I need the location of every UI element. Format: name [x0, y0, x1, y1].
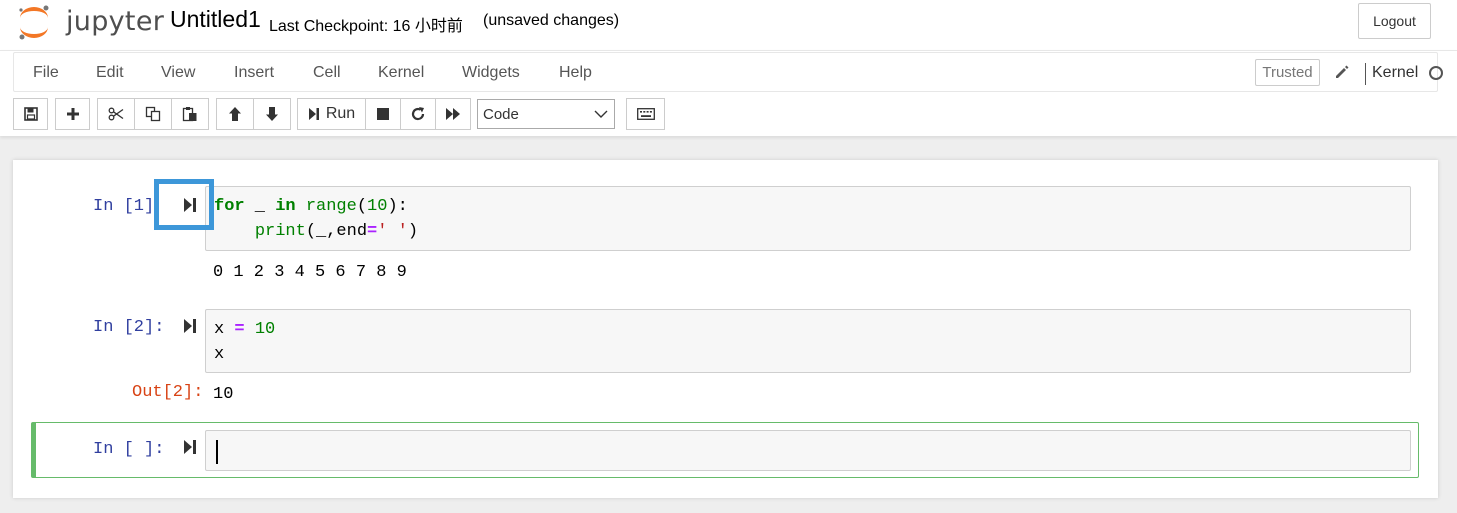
paste-button[interactable] [171, 98, 209, 130]
cell-3-run-icon[interactable] [183, 439, 197, 455]
cell-2-run-icon[interactable] [183, 318, 197, 334]
cell-2-out-prompt: Out[2]: [132, 383, 204, 402]
menu-file[interactable]: File [33, 64, 59, 82]
paste-icon [182, 107, 197, 122]
move-down-button[interactable] [253, 98, 291, 130]
run-label: Run [325, 105, 356, 122]
move-up-button[interactable] [216, 98, 254, 130]
cut-button[interactable] [97, 98, 135, 130]
jupyter-logo[interactable]: jupyter [16, 4, 164, 42]
cell-2-output: 10 [213, 385, 234, 404]
menu-edit[interactable]: Edit [96, 64, 124, 82]
cell-1-in-prompt: In [1] [93, 197, 155, 216]
cell-1-output: 0 1 2 3 4 5 6 7 8 9 [213, 263, 407, 282]
kernel-separator [1365, 63, 1366, 85]
copy-icon [145, 106, 161, 122]
cell-3-code-editor[interactable] [205, 430, 1411, 471]
menu-kernel[interactable]: Kernel [378, 64, 424, 82]
arrow-up-icon [229, 107, 241, 121]
keyboard-icon [636, 108, 655, 120]
plus-icon [66, 108, 79, 120]
save-button[interactable] [13, 98, 48, 130]
run-button-highlight [154, 179, 214, 230]
refresh-icon [411, 107, 425, 121]
cell-type-select[interactable]: Code [477, 99, 615, 129]
kernel-name: Kernel [1372, 64, 1419, 81]
cell-type-value: Code [483, 105, 519, 123]
menubar-container: File Edit View Insert Cell Kernel Widget… [0, 50, 1457, 136]
menu-view[interactable]: View [161, 64, 195, 82]
logo-text: jupyter [66, 6, 165, 37]
restart-kernel-button[interactable] [400, 98, 436, 130]
menu-insert[interactable]: Insert [234, 64, 274, 82]
menu-widgets[interactable]: Widgets [462, 64, 520, 82]
cut-icon [108, 107, 124, 121]
menu-cell[interactable]: Cell [313, 64, 341, 82]
menubar: File Edit View Insert Cell Kernel Widget… [13, 52, 1443, 92]
restart-run-all-button[interactable] [435, 98, 471, 130]
notebook-title[interactable]: Untitled1 [170, 6, 261, 33]
arrow-down-icon [266, 107, 278, 121]
command-palette-button[interactable] [626, 98, 665, 130]
cell-2-code-editor[interactable]: x = 10 x [205, 309, 1411, 373]
notebook-container: In [1] for _ in range(10): print(_,end='… [13, 160, 1438, 498]
cell-2-in-prompt: In [2]: [93, 318, 165, 337]
text-cursor [216, 440, 218, 464]
fast-forward-icon [446, 108, 460, 120]
save-icon [23, 107, 38, 121]
checkpoint-status: Last Checkpoint: 16 小时前 [269, 18, 463, 35]
chevron-down-icon [594, 110, 608, 118]
interrupt-kernel-button[interactable] [365, 98, 401, 130]
cell-1-code-editor[interactable]: for _ in range(10): print(_,end=' ') [205, 186, 1411, 251]
step-forward-icon [308, 108, 319, 120]
copy-button[interactable] [134, 98, 172, 130]
menu-help[interactable]: Help [559, 64, 592, 82]
header: jupyter Untitled1 Last Checkpoint: 16 小时… [0, 0, 1457, 50]
stop-icon [377, 108, 389, 120]
autosave-status: (unsaved changes) [483, 12, 620, 29]
kernel-idle-icon [1429, 66, 1443, 80]
insert-cell-button[interactable] [55, 98, 90, 130]
jupyter-logo-icon [19, 5, 49, 40]
run-button[interactable]: Run [297, 98, 366, 130]
pencil-icon[interactable] [1334, 64, 1350, 80]
logout-button[interactable]: Logout [1358, 3, 1431, 39]
cell-3-in-prompt: In [ ]: [93, 440, 165, 459]
trusted-indicator[interactable]: Trusted [1255, 59, 1320, 86]
